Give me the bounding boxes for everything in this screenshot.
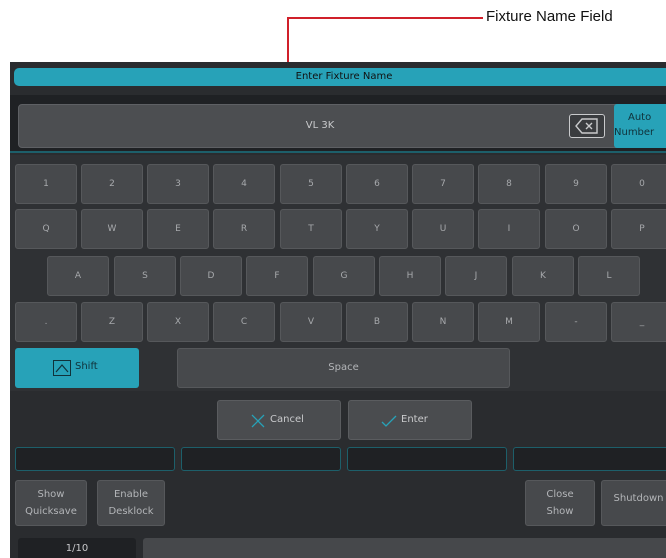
softkey-empty-4[interactable]	[513, 447, 666, 471]
backspace-icon	[575, 118, 598, 134]
key-period[interactable]: .	[15, 302, 77, 342]
key-0[interactable]: 0	[611, 164, 666, 204]
shutdown-button[interactable]: Shutdown	[601, 480, 666, 526]
key-n[interactable]: N	[412, 302, 474, 342]
key-p[interactable]: P	[611, 209, 666, 249]
key-g[interactable]: G	[313, 256, 375, 296]
key-underscore[interactable]: _	[611, 302, 666, 342]
dialog-title: Enter Fixture Name	[14, 68, 666, 86]
key-l[interactable]: L	[578, 256, 640, 296]
backspace-button[interactable]	[569, 114, 605, 138]
key-i[interactable]: I	[478, 209, 540, 249]
key-8[interactable]: 8	[478, 164, 540, 204]
enter-button[interactable]: Enter	[348, 400, 472, 440]
key-f[interactable]: F	[246, 256, 308, 296]
key-y[interactable]: Y	[346, 209, 408, 249]
callout-line-horizontal	[287, 17, 483, 19]
close-show-line1: Close	[546, 489, 574, 500]
key-z[interactable]: Z	[81, 302, 143, 342]
shift-key-label: Shift	[75, 361, 98, 372]
close-show-line2: Show	[546, 506, 574, 517]
key-q[interactable]: Q	[15, 209, 77, 249]
enable-desklock-line1: Enable	[113, 489, 149, 500]
key-k[interactable]: K	[512, 256, 574, 296]
show-quicksave-line1: Show	[37, 489, 65, 500]
key-o[interactable]: O	[545, 209, 607, 249]
key-j[interactable]: J	[445, 256, 507, 296]
softkey-empty-1[interactable]	[15, 447, 175, 471]
key-a[interactable]: A	[47, 256, 109, 296]
page-indicator[interactable]: 1/10	[18, 538, 136, 558]
page-strip[interactable]	[143, 538, 666, 558]
key-7[interactable]: 7	[412, 164, 474, 204]
key-t[interactable]: T	[280, 209, 342, 249]
key-c[interactable]: C	[213, 302, 275, 342]
softkey-empty-2[interactable]	[181, 447, 341, 471]
shift-arrow-icon	[53, 360, 71, 376]
space-key[interactable]: Space	[177, 348, 510, 388]
x-icon	[251, 414, 265, 428]
key-1[interactable]: 1	[15, 164, 77, 204]
key-2[interactable]: 2	[81, 164, 143, 204]
key-h[interactable]: H	[379, 256, 441, 296]
key-m[interactable]: M	[478, 302, 540, 342]
key-x[interactable]: X	[147, 302, 209, 342]
key-d[interactable]: D	[180, 256, 242, 296]
key-w[interactable]: W	[81, 209, 143, 249]
key-hyphen[interactable]: -	[545, 302, 607, 342]
key-6[interactable]: 6	[346, 164, 408, 204]
key-u[interactable]: U	[412, 209, 474, 249]
show-quicksave-line2: Quicksave	[25, 506, 77, 517]
shift-key[interactable]: Shift	[15, 348, 139, 388]
key-3[interactable]: 3	[147, 164, 209, 204]
close-show-button[interactable]: Close Show	[525, 480, 595, 526]
key-9[interactable]: 9	[545, 164, 607, 204]
key-b[interactable]: B	[346, 302, 408, 342]
cancel-label: Cancel	[270, 414, 304, 425]
auto-number-label-line2: Number	[614, 127, 655, 138]
key-s[interactable]: S	[114, 256, 176, 296]
softkey-empty-3[interactable]	[347, 447, 507, 471]
enable-desklock-line2: Desklock	[108, 506, 154, 517]
key-r[interactable]: R	[213, 209, 275, 249]
key-e[interactable]: E	[147, 209, 209, 249]
enter-label: Enter	[401, 414, 428, 425]
fixture-name-field[interactable]: VL 3K	[18, 104, 622, 148]
callout-label: Fixture Name Field	[486, 8, 613, 25]
show-quicksave-button[interactable]: Show Quicksave	[15, 480, 87, 526]
auto-number-label-line1: Auto	[628, 112, 652, 123]
checkmark-icon	[381, 415, 397, 427]
key-v[interactable]: V	[280, 302, 342, 342]
cancel-button[interactable]: Cancel	[217, 400, 341, 440]
enable-desklock-button[interactable]: Enable Desklock	[97, 480, 165, 526]
key-5[interactable]: 5	[280, 164, 342, 204]
key-4[interactable]: 4	[213, 164, 275, 204]
auto-number-button[interactable]: Auto Number	[614, 104, 666, 148]
